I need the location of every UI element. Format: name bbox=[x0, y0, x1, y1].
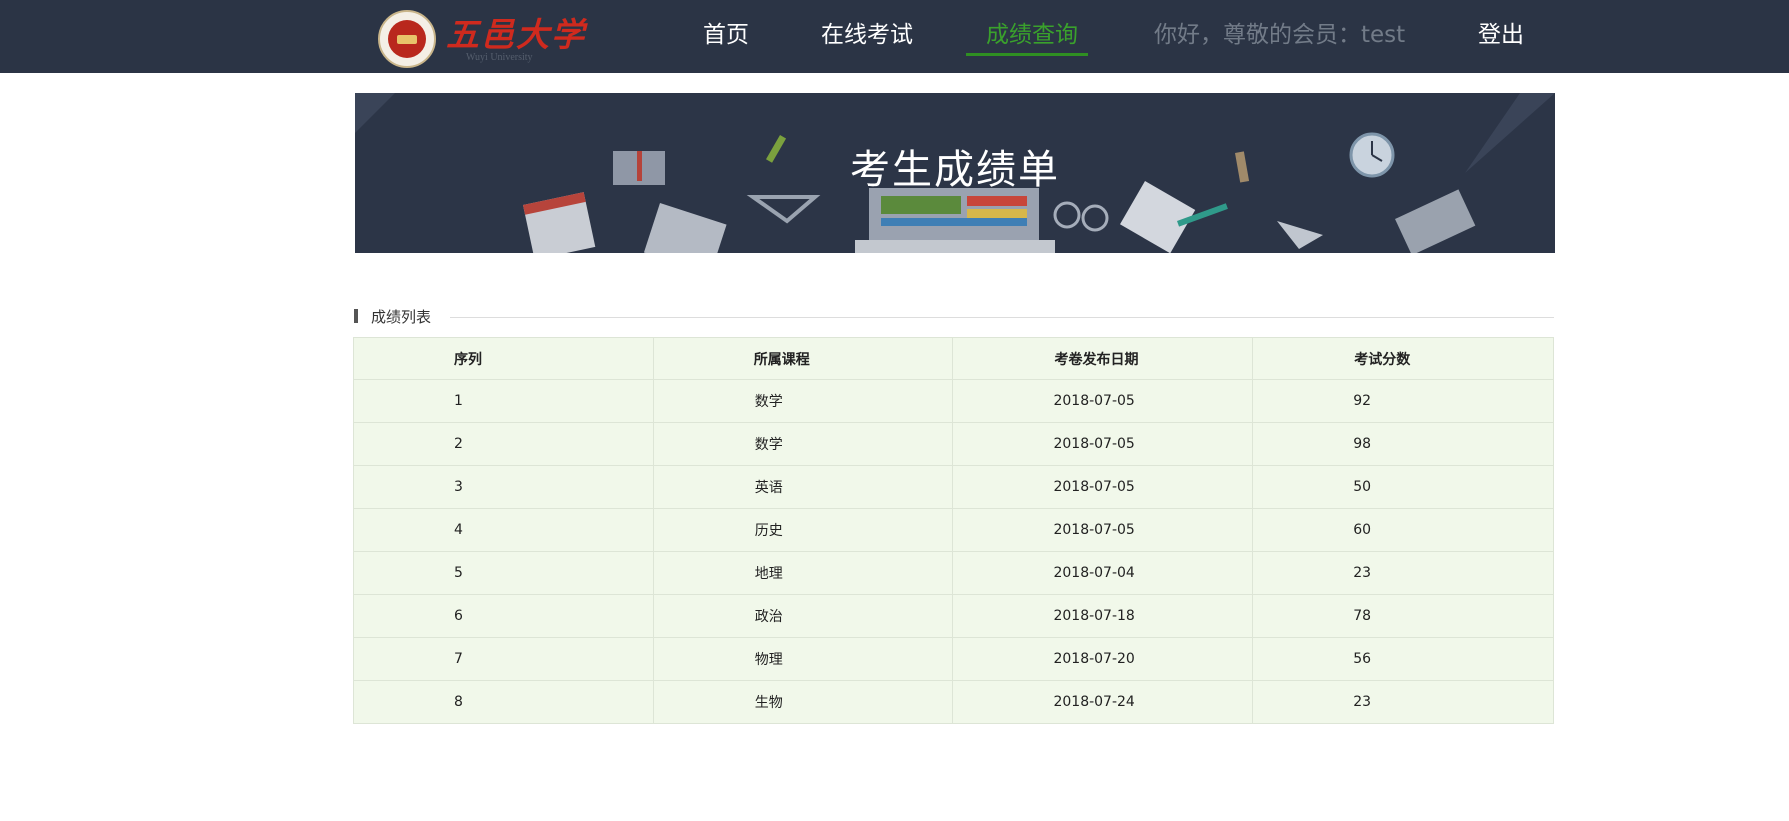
table-header-row: 序列 所属课程 考卷发布日期 考试分数 bbox=[353, 337, 1554, 380]
column-header-score: 考试分数 bbox=[1252, 337, 1554, 380]
cell-date: 2018-07-05 bbox=[952, 422, 1254, 466]
cell-score: 60 bbox=[1252, 508, 1554, 552]
cell-score: 50 bbox=[1252, 465, 1554, 509]
cell-course: 生物 bbox=[652, 680, 954, 724]
table-row: 3 英语 2018-07-05 50 bbox=[353, 465, 1554, 509]
cell-date: 2018-07-05 bbox=[952, 508, 1254, 552]
table-row: 8 生物 2018-07-24 23 bbox=[353, 680, 1554, 724]
table-row: 5 地理 2018-07-04 23 bbox=[353, 551, 1554, 595]
cell-score: 92 bbox=[1252, 379, 1554, 423]
cell-date: 2018-07-20 bbox=[952, 637, 1254, 681]
cell-date: 2018-07-05 bbox=[952, 465, 1254, 509]
user-greeting: 你好，尊敬的会员：test bbox=[1154, 22, 1406, 48]
calendar-icon bbox=[523, 192, 596, 253]
cell-score: 78 bbox=[1252, 594, 1554, 638]
laptop-icon bbox=[855, 188, 1055, 253]
cell-index: 2 bbox=[353, 422, 654, 466]
cell-score: 23 bbox=[1252, 680, 1554, 724]
section-title: 成绩列表 bbox=[371, 308, 432, 326]
cell-course: 英语 bbox=[652, 465, 954, 509]
papers-icon bbox=[643, 203, 727, 253]
cell-index: 7 bbox=[353, 637, 654, 681]
cell-date: 2018-07-18 bbox=[952, 594, 1254, 638]
section-marker bbox=[354, 309, 358, 323]
corner-light-left bbox=[355, 93, 395, 133]
section-divider bbox=[450, 317, 1554, 318]
cell-course: 数学 bbox=[652, 379, 954, 423]
column-header-index: 序列 bbox=[353, 337, 654, 380]
score-table: 序列 所属课程 考卷发布日期 考试分数 1 数学 2018-07-05 92 2… bbox=[353, 337, 1554, 724]
cell-index: 3 bbox=[353, 465, 654, 509]
nav-home[interactable]: 首页 bbox=[703, 18, 749, 52]
university-name-en: Wuyi University bbox=[466, 52, 533, 63]
section-header: 成绩列表 bbox=[354, 306, 1554, 328]
banner-title: 考生成绩单 bbox=[850, 147, 1060, 193]
table-row: 4 历史 2018-07-05 60 bbox=[353, 508, 1554, 552]
cell-course: 历史 bbox=[652, 508, 954, 552]
university-logo[interactable]: 五邑大学 Wuyi University bbox=[378, 10, 586, 68]
score-banner: 考生成绩单 bbox=[355, 93, 1555, 253]
column-header-date: 考卷发布日期 bbox=[952, 337, 1254, 380]
nav-online-exam[interactable]: 在线考试 bbox=[821, 18, 913, 52]
university-logo-text: 五邑大学 Wuyi University bbox=[446, 10, 586, 68]
table-row: 1 数学 2018-07-05 92 bbox=[353, 379, 1554, 423]
university-seal-icon bbox=[378, 10, 436, 68]
cell-course: 数学 bbox=[652, 422, 954, 466]
cell-score: 98 bbox=[1252, 422, 1554, 466]
cell-course: 物理 bbox=[652, 637, 954, 681]
glasses-icon bbox=[1053, 201, 1109, 232]
cell-index: 6 bbox=[353, 594, 654, 638]
cell-index: 5 bbox=[353, 551, 654, 595]
table-row: 7 物理 2018-07-20 56 bbox=[353, 637, 1554, 681]
folder-icon bbox=[1395, 189, 1476, 253]
logout-link[interactable]: 登出 bbox=[1478, 18, 1524, 52]
cell-course: 政治 bbox=[652, 594, 954, 638]
cell-index: 8 bbox=[353, 680, 654, 724]
cell-index: 4 bbox=[353, 508, 654, 552]
cell-index: 1 bbox=[353, 379, 654, 423]
nav-score-query[interactable]: 成绩查询 bbox=[966, 18, 1088, 56]
cell-score: 56 bbox=[1252, 637, 1554, 681]
column-header-course: 所属课程 bbox=[652, 337, 954, 380]
ruler-triangle-icon bbox=[746, 195, 821, 224]
cell-course: 地理 bbox=[652, 551, 954, 595]
cell-date: 2018-07-24 bbox=[952, 680, 1254, 724]
top-navigation-bar: 五邑大学 Wuyi University 首页 在线考试 成绩查询 你好，尊敬的… bbox=[0, 0, 1789, 73]
cell-date: 2018-07-05 bbox=[952, 379, 1254, 423]
cell-date: 2018-07-04 bbox=[952, 551, 1254, 595]
cell-score: 23 bbox=[1252, 551, 1554, 595]
paper-plane-icon bbox=[1277, 221, 1323, 249]
table-row: 2 数学 2018-07-05 98 bbox=[353, 422, 1554, 466]
table-row: 6 政治 2018-07-18 78 bbox=[353, 594, 1554, 638]
